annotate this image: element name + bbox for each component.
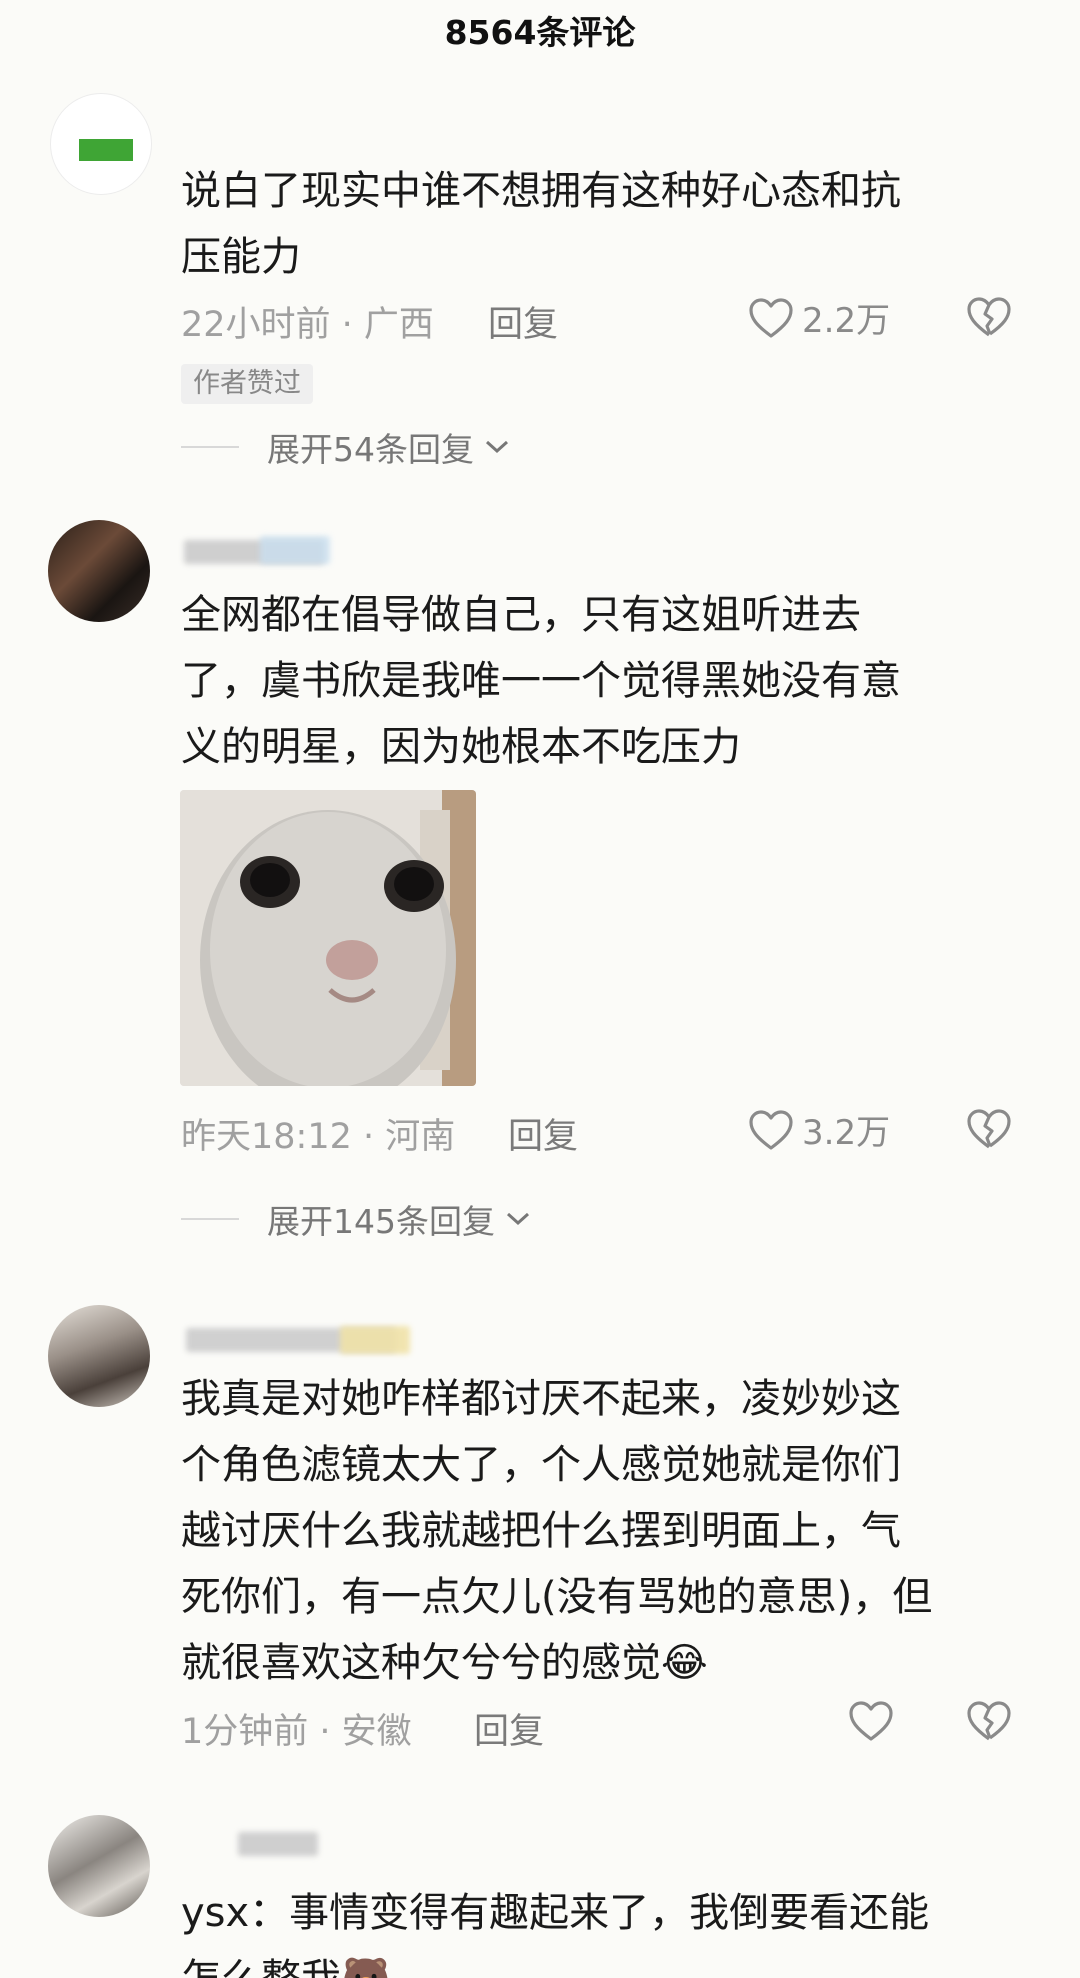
username[interactable] [238,1832,318,1856]
comment-line: 义的明星，因为她根本不吃压力 [181,724,741,770]
like-count: 3.2万 [802,1113,891,1153]
dislike-button[interactable] [966,1700,1012,1742]
comment-line: 全网都在倡导做自己，只有这姐听进去 [181,592,861,638]
broken-heart-icon [967,1701,1011,1741]
chevron-down-icon [506,1212,530,1226]
heart-icon [849,1701,893,1741]
expand-replies-button[interactable]: 展开54条回复 [181,423,512,471]
comment-line: 怎么整我 [181,1956,341,1978]
laughing-emoji: 😂 [661,1640,708,1686]
heart-icon [749,297,793,338]
reply-button[interactable]: 回复 [488,296,558,347]
comment-text: 说白了现实中谁不想拥有这种好心态和抗 压能力 [181,158,1031,290]
comment-line: 越讨厌什么我就越把什么摆到明面上，气 [181,1508,901,1554]
user-badge [340,1326,410,1354]
avatar[interactable] [48,1305,150,1407]
comment-line: ysx：事情变得有趣起来了，我倒要看还能 [181,1890,930,1936]
avatar[interactable] [48,1815,150,1917]
comment-image[interactable] [180,790,476,1086]
comment-count-title: 8564条评论 [444,13,636,52]
dislike-button[interactable] [966,296,1012,338]
comment-line: 了，虞书欣是我唯一一个觉得黑她没有意 [181,658,901,704]
comment-time-location: 昨天18:12 · 河南 [181,1117,456,1157]
comment-text: ysx：事情变得有趣起来了，我倒要看还能 怎么整我🐻 [181,1880,1031,1978]
broken-heart-icon [967,297,1011,337]
chevron-down-icon [485,440,509,454]
divider-line [181,1218,239,1220]
expand-label: 展开54条回复 [267,430,474,469]
comment-time-location: 22小时前 · 广西 [181,305,434,345]
user-badge [260,536,330,564]
avatar[interactable] [50,93,152,195]
like-button[interactable]: 3.2万 [748,1105,890,1154]
divider-line [181,446,239,448]
like-count: 2.2万 [802,301,891,341]
reply-button[interactable]: 回复 [508,1108,578,1159]
comment-text: 我真是对她咋样都讨厌不起来，凌妙妙这 个角色滤镜太大了，个人感觉她就是你们 越讨… [181,1366,1031,1696]
comment-line: 压能力 [181,234,301,280]
bear-emoji: 🐻 [341,1956,391,1978]
comment-line: 个角色滤镜太大了，个人感觉她就是你们 [181,1442,901,1488]
expand-replies-button[interactable]: 展开145条回复 [181,1195,533,1243]
author-liked-badge: 作者赞过 [181,364,313,404]
expand-label: 展开145条回复 [267,1202,495,1241]
heart-icon [749,1109,793,1150]
broken-heart-icon [967,1109,1011,1149]
comment-line: 我真是对她咋样都讨厌不起来，凌妙妙这 [181,1376,901,1422]
comment-text: 全网都在倡导做自己，只有这姐听进去 了，虞书欣是我唯一一个觉得黑她没有意 义的明… [181,582,1031,780]
dislike-button[interactable] [966,1108,1012,1150]
comment-line: 就很喜欢这种欠兮兮的感觉 [181,1640,661,1686]
comment-time-location: 1分钟前 · 安徽 [181,1712,412,1752]
reply-button[interactable]: 回复 [474,1703,544,1754]
like-button[interactable]: 2.2万 [748,293,890,342]
avatar[interactable] [48,520,150,622]
comment-line: 说白了现实中谁不想拥有这种好心态和抗 [181,168,901,214]
comment-line: 死你们，有一点欠儿(没有骂她的意思)，但 [181,1574,933,1620]
like-button[interactable] [848,1700,894,1742]
cat-photo [180,790,476,1086]
